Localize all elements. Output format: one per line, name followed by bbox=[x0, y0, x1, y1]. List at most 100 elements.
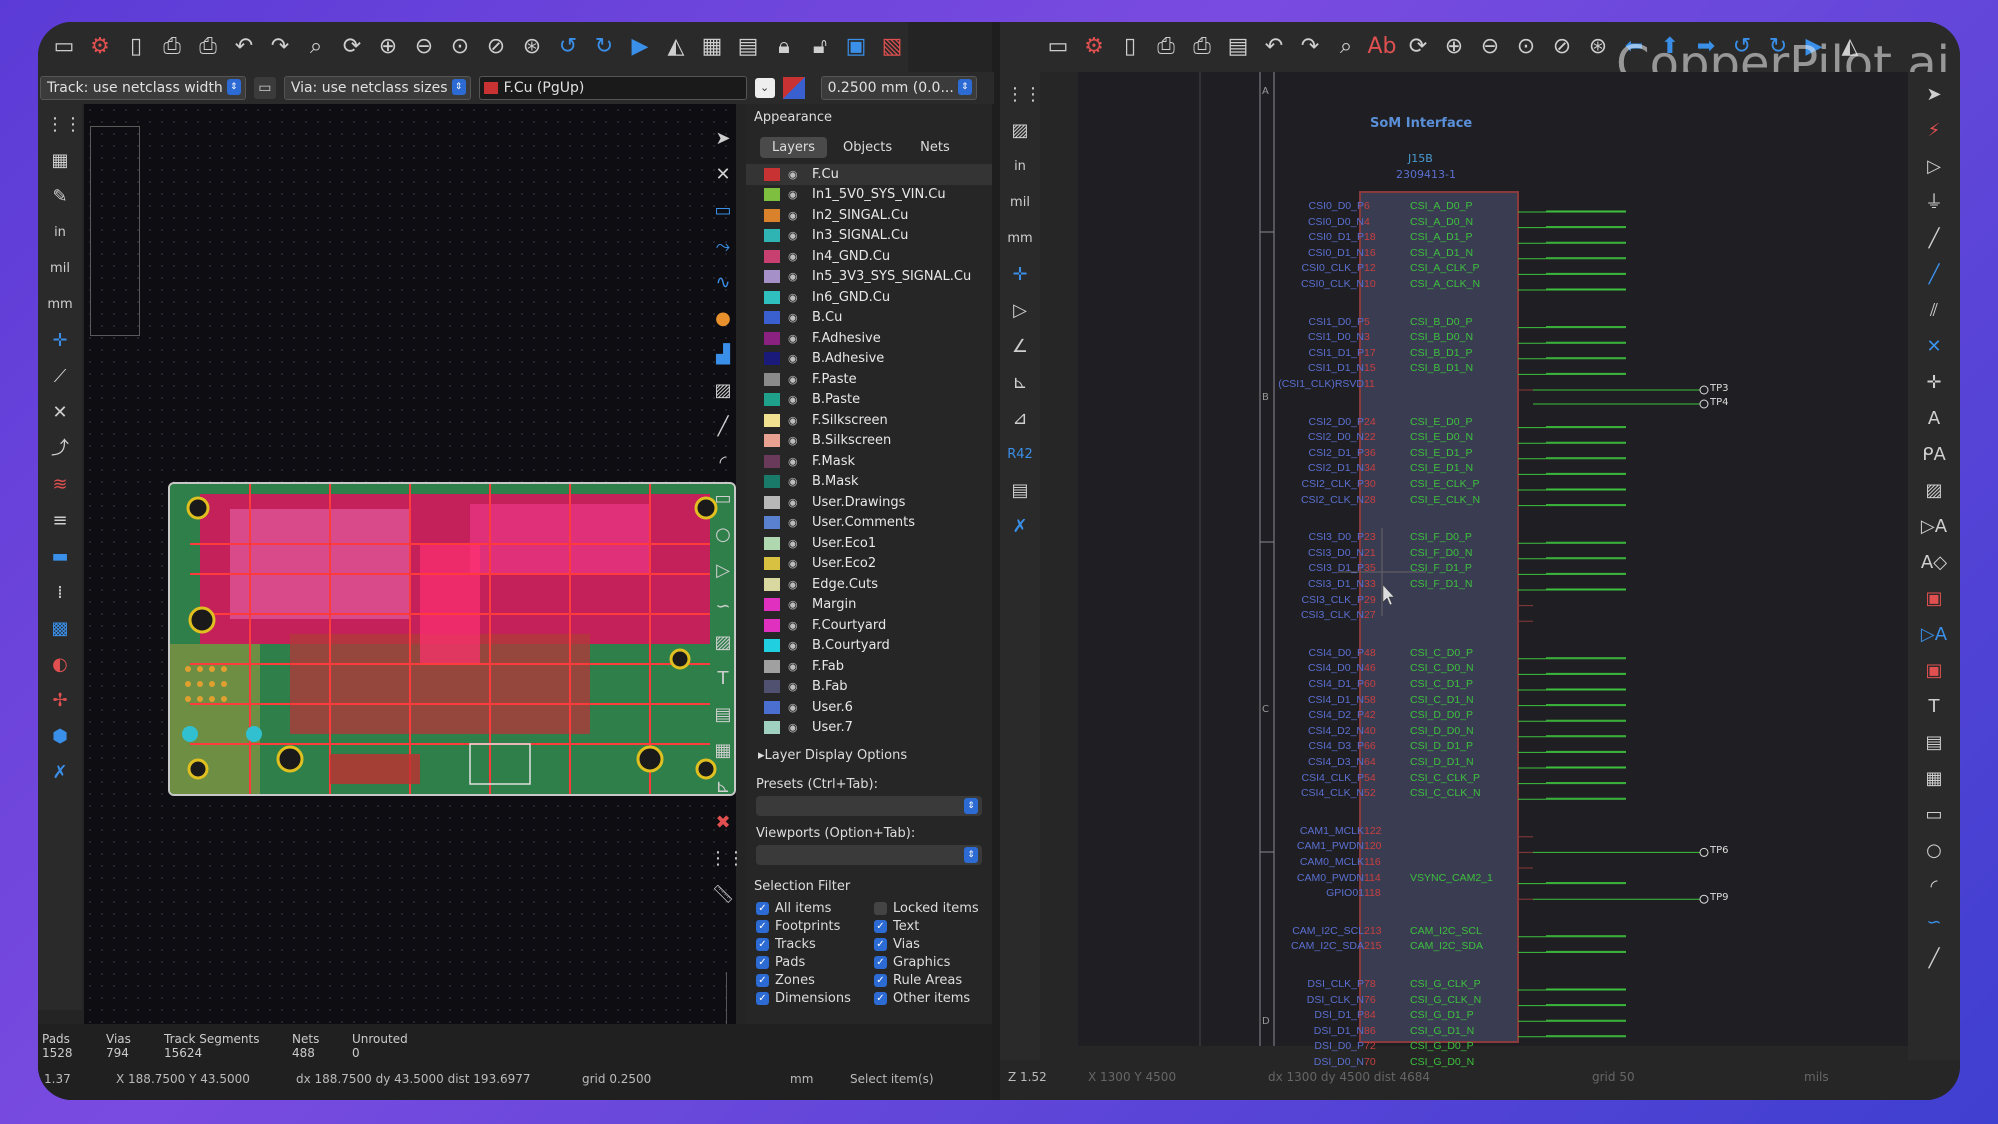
pcb-board[interactable] bbox=[168, 482, 736, 796]
zoom-fit-icon[interactable]: ⊙ bbox=[444, 31, 476, 63]
layer-color-swatch[interactable] bbox=[764, 352, 780, 366]
group-icon[interactable]: ▦ bbox=[696, 31, 728, 63]
polar-coords-icon[interactable]: ▦ bbox=[46, 146, 74, 176]
find-icon[interactable]: ⌕ bbox=[300, 31, 332, 63]
layer-color-swatch[interactable] bbox=[764, 577, 780, 591]
cursor-icon[interactable]: ✛ bbox=[46, 326, 74, 356]
zoom-objects-icon[interactable]: ⊘ bbox=[480, 31, 512, 63]
find-icon[interactable]: ⌕ bbox=[1330, 31, 1362, 63]
route-track-icon[interactable]: ⤳ bbox=[709, 232, 737, 262]
layer-pair-icon[interactable] bbox=[782, 77, 805, 99]
layer-row[interactable]: ◉ B.Courtyard bbox=[746, 636, 992, 657]
eye-icon[interactable]: ◉ bbox=[788, 209, 804, 222]
layer-color-swatch[interactable] bbox=[764, 700, 780, 714]
layer-row[interactable]: ◉ F.Silkscreen bbox=[746, 410, 992, 431]
ratsnest-icon[interactable]: ⟋ bbox=[46, 362, 74, 392]
layer-color-swatch[interactable] bbox=[764, 495, 780, 509]
layer-row[interactable]: ◉ User.Drawings bbox=[746, 492, 992, 513]
layer-row[interactable]: ◉ In3_SIGNAL.Cu bbox=[746, 226, 992, 247]
layer-row[interactable]: ◉ B.Mask bbox=[746, 472, 992, 493]
via-size-select[interactable]: Via: use netclass sizes ⇕ bbox=[283, 76, 471, 100]
add-image-icon[interactable]: ▨ bbox=[709, 628, 737, 658]
redo-icon[interactable]: ↷ bbox=[264, 31, 296, 63]
add-table-icon[interactable]: ▦ bbox=[1920, 764, 1948, 794]
layer-row[interactable]: ◉ F.Courtyard bbox=[746, 615, 992, 636]
line-mode-free-icon[interactable]: ∠ bbox=[1006, 332, 1034, 362]
zone-outline-icon[interactable]: ≡ bbox=[46, 506, 74, 536]
add-power-icon[interactable]: ⏚ bbox=[1920, 188, 1948, 218]
refresh-icon[interactable]: ⟳ bbox=[1402, 31, 1434, 63]
eye-icon[interactable]: ◉ bbox=[788, 721, 804, 734]
tab-layers[interactable]: Layers bbox=[760, 137, 828, 158]
checkbox-icon[interactable]: ✓ bbox=[874, 919, 887, 933]
high-contrast-icon[interactable]: ◐ bbox=[46, 650, 74, 680]
track-width-select[interactable]: Track: use netclass width ⇕ bbox=[40, 76, 246, 100]
checkbox-icon[interactable]: ✓ bbox=[756, 955, 769, 969]
layer-color-swatch[interactable] bbox=[764, 393, 780, 407]
add-text-icon[interactable]: T bbox=[1920, 692, 1948, 722]
net-highlight-icon[interactable]: ✕ bbox=[46, 398, 74, 428]
checkbox-icon[interactable]: ✓ bbox=[756, 991, 769, 1005]
select-tool-icon[interactable]: ➤ bbox=[709, 124, 737, 154]
checkbox-icon[interactable]: ✓ bbox=[874, 991, 887, 1005]
selection-filter-checkbox[interactable]: ✓ Rule Areas bbox=[874, 972, 994, 988]
layer-color-swatch[interactable] bbox=[764, 516, 780, 530]
board-setup-icon[interactable]: ⚙ bbox=[84, 31, 116, 63]
layer-row[interactable]: ◉ User.Eco1 bbox=[746, 533, 992, 554]
layer-row[interactable]: ◉ F.Cu bbox=[746, 164, 992, 185]
paste-icon[interactable]: ▤ bbox=[1222, 31, 1254, 63]
layer-row[interactable]: ◉ Margin bbox=[746, 595, 992, 616]
selection-filter-checkbox[interactable]: ✓ Other items bbox=[874, 990, 994, 1006]
layer-color-swatch[interactable] bbox=[764, 659, 780, 673]
schematic-canvas[interactable]: SoM Interface J15B 2309413-1 A B C D CSI0_D0_P 6… bbox=[1078, 72, 1952, 1069]
eye-icon[interactable]: ◉ bbox=[788, 352, 804, 365]
draw-polygon-icon[interactable]: ▷ bbox=[709, 556, 737, 586]
layer-color-swatch[interactable] bbox=[764, 290, 780, 304]
zoom-objects-icon[interactable]: ⊘ bbox=[1546, 31, 1578, 63]
unlock-icon[interactable]: 🔓︎ bbox=[804, 31, 836, 63]
layer-color-swatch[interactable] bbox=[764, 167, 780, 181]
bus-entry-icon[interactable]: ⫽ bbox=[1920, 296, 1948, 326]
zoom-selection-icon[interactable]: ⊛ bbox=[516, 31, 548, 63]
eye-icon[interactable]: ◉ bbox=[788, 660, 804, 673]
draw-line-icon[interactable]: ╱ bbox=[709, 412, 737, 442]
layer-color-swatch[interactable] bbox=[764, 229, 780, 243]
checkbox-icon[interactable]: ✓ bbox=[756, 919, 769, 933]
3d-viewer-icon[interactable]: ⬢ bbox=[46, 722, 74, 752]
mm-units-icon[interactable]: mm bbox=[1006, 224, 1034, 254]
ungroup-icon[interactable]: ▤ bbox=[732, 31, 764, 63]
track-sizes-icon[interactable]: ▭ bbox=[253, 77, 276, 99]
selection-filter-checkbox[interactable]: ✓ Pads bbox=[756, 954, 874, 970]
inch-units-icon[interactable]: in bbox=[46, 218, 74, 248]
selection-filter-checkbox[interactable]: ✓ Footprints bbox=[756, 918, 874, 934]
mirror-icon[interactable]: ◭ bbox=[660, 31, 692, 63]
eye-icon[interactable]: ◉ bbox=[788, 496, 804, 509]
draw-circle-icon[interactable]: ○ bbox=[1920, 836, 1948, 866]
page-settings-icon[interactable]: ▯ bbox=[120, 31, 152, 63]
draw-bezier-icon[interactable]: ∽ bbox=[1920, 908, 1948, 938]
eye-icon[interactable]: ◉ bbox=[788, 598, 804, 611]
selection-filter-checkbox[interactable]: ✓ Vias bbox=[874, 936, 994, 952]
selection-filter-checkbox[interactable]: Locked items bbox=[874, 900, 994, 916]
layer-color-swatch[interactable] bbox=[764, 454, 780, 468]
line-mode-90-icon[interactable]: ⊾ bbox=[1006, 368, 1034, 398]
layer-color-swatch[interactable] bbox=[764, 536, 780, 550]
save-icon[interactable]: ▭ bbox=[48, 31, 80, 63]
grid-toggle-icon[interactable]: ⋮⋮ bbox=[46, 110, 82, 140]
add-zone-icon[interactable]: ▟ bbox=[709, 340, 737, 370]
flip-icon[interactable]: ▶ bbox=[624, 31, 656, 63]
layer-row[interactable]: ◉ User.7 bbox=[746, 718, 992, 739]
eye-icon[interactable]: ◉ bbox=[788, 393, 804, 406]
selection-filter-checkbox[interactable]: ✓ Text bbox=[874, 918, 994, 934]
grid-toggle-icon[interactable]: ⋮⋮ bbox=[1006, 80, 1042, 110]
scripting-icon[interactable]: ✗ bbox=[1006, 512, 1034, 542]
zone-fill-icon[interactable]: ≋ bbox=[46, 470, 74, 500]
add-text-icon[interactable]: T bbox=[709, 664, 737, 694]
layer-row[interactable]: ◉ B.Cu bbox=[746, 308, 992, 329]
scripting-icon[interactable]: ✗ bbox=[46, 758, 74, 788]
layer-row[interactable]: ◉ In5_3V3_SYS_SIGNAL.Cu bbox=[746, 267, 992, 288]
undo-icon[interactable]: ↶ bbox=[228, 31, 260, 63]
pad-display-icon[interactable]: ▬ bbox=[46, 542, 74, 572]
layer-color-swatch[interactable] bbox=[764, 639, 780, 653]
measure-icon[interactable]: ✎ bbox=[46, 182, 74, 212]
